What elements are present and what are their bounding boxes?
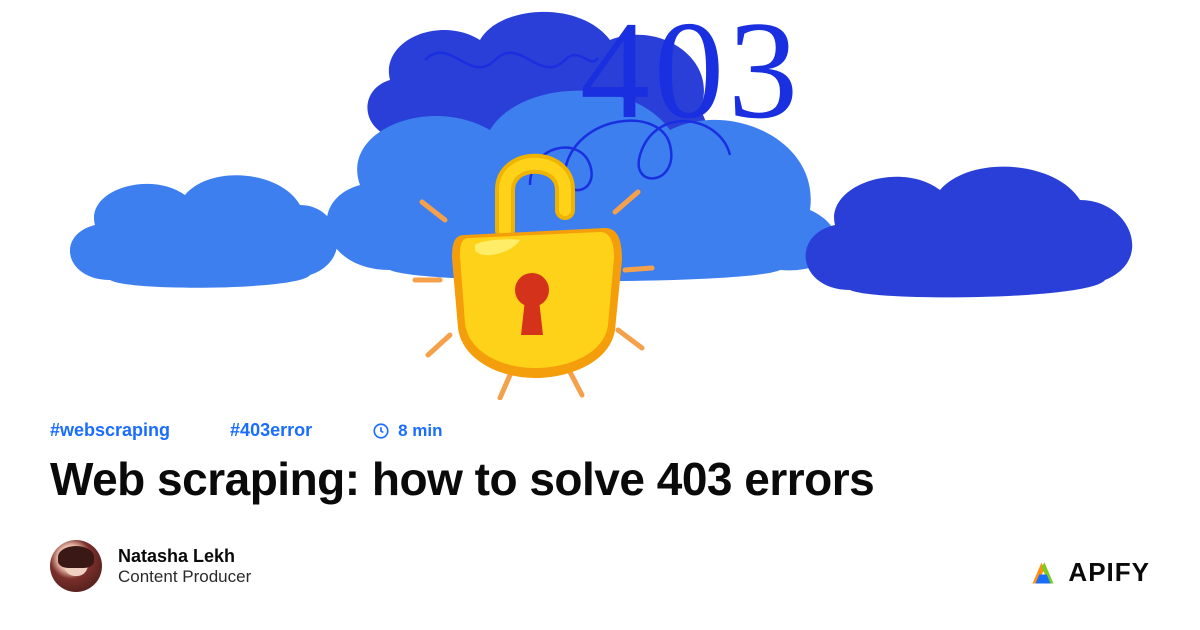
tag-link[interactable]: #webscraping bbox=[50, 420, 170, 441]
cloud-icon bbox=[790, 150, 1150, 310]
clock-icon bbox=[372, 422, 390, 440]
author-block: Natasha Lekh Content Producer bbox=[50, 540, 251, 592]
read-time-text: 8 min bbox=[398, 421, 442, 441]
read-time: 8 min bbox=[372, 421, 442, 441]
cloud-icon bbox=[55, 160, 355, 300]
hero-illustration: 403 bbox=[0, 0, 1200, 380]
author-role: Content Producer bbox=[118, 567, 251, 587]
squiggle bbox=[420, 30, 600, 90]
brand-logo-icon bbox=[1028, 558, 1058, 588]
author-name: Natasha Lekh bbox=[118, 546, 251, 567]
avatar bbox=[50, 540, 102, 592]
article-meta: #webscraping #403error 8 min bbox=[50, 420, 443, 441]
article-title: Web scraping: how to solve 403 errors bbox=[50, 452, 874, 506]
lock-icon bbox=[410, 120, 660, 400]
brand: APIFY bbox=[1028, 557, 1150, 588]
brand-name: APIFY bbox=[1068, 557, 1150, 588]
tag-link[interactable]: #403error bbox=[230, 420, 312, 441]
